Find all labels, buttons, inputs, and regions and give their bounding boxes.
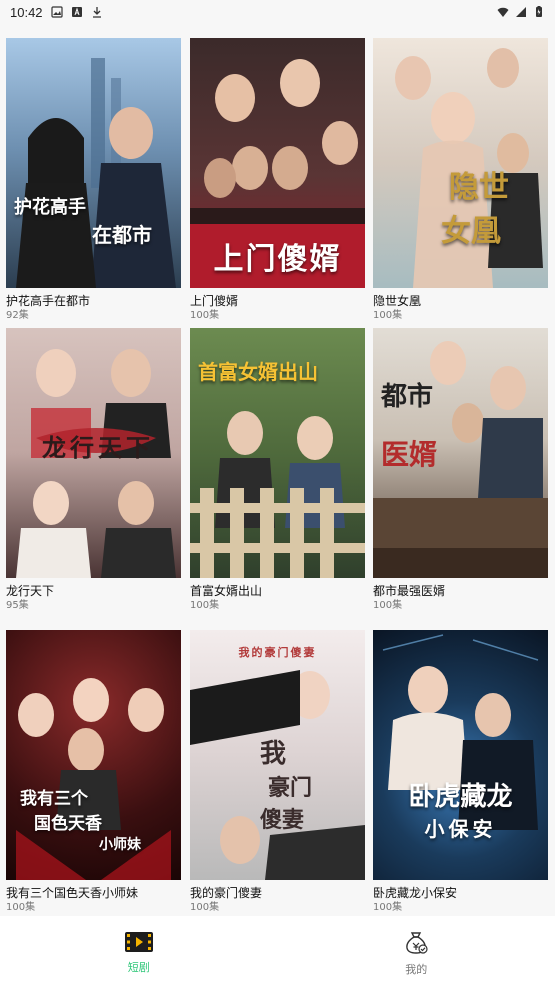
drama-card[interactable]: 护花高手 在都市 护花高手在都市 92集 [6, 38, 181, 322]
drama-card[interactable]: 首富女婿出山 首富女婿出山 100集 [190, 328, 365, 612]
drama-poster[interactable]: 首富女婿出山 [190, 328, 365, 578]
poster-title-line: 傻妻 [260, 807, 305, 833]
poster-title-line: 都市 [381, 382, 434, 412]
poster-overlay: 隐世 女凰 [373, 154, 548, 258]
nav-tab-dramas[interactable]: 短剧 [0, 916, 278, 990]
drama-card[interactable]: 我有三个 国色天香 小师妹 我有三个国色天香小师妹 100集 [6, 630, 181, 914]
poster-overlay: 我 豪门 傻妻 [190, 725, 365, 842]
drama-card[interactable]: 都市 医婿 都市最强医婿 100集 [373, 328, 548, 612]
poster-title-line: 上门傻婿 [213, 242, 342, 277]
poster-title-line: 我的豪门傻妻 [238, 646, 317, 659]
drama-title[interactable]: 护花高手在都市 [6, 294, 181, 308]
drama-grid: 护花高手 在都市 护花高手在都市 92集 上门傻婿 上门傻婿 100集 隐世 女… [0, 36, 555, 916]
drama-title[interactable]: 上门傻婿 [190, 294, 365, 308]
poster-title-line: 龙行天下 [42, 433, 154, 462]
drama-poster[interactable]: 都市 医婿 [373, 328, 548, 578]
poster-overlay: 上门傻婿 [190, 224, 365, 288]
drama-episodes: 100集 [190, 600, 220, 611]
drama-title[interactable]: 我有三个国色天香小师妹 [6, 886, 181, 900]
drama-poster[interactable]: 龙行天下 [6, 328, 181, 578]
drama-poster[interactable]: 我的豪门傻妻 我 豪门 傻妻 [190, 630, 365, 880]
drama-title[interactable]: 我的豪门傻妻 [190, 886, 365, 900]
gallery-icon [50, 6, 63, 18]
drama-episodes: 100集 [190, 902, 220, 913]
drama-card[interactable]: 卧虎藏龙 小保安 卧虎藏龙小保安 100集 [373, 630, 548, 914]
drama-title[interactable]: 隐世女凰 [373, 294, 548, 308]
nav-tab-profile[interactable]: 我的 [278, 916, 555, 990]
poster-overlay: 龙行天下 [6, 420, 181, 471]
money-bag-icon [406, 932, 428, 954]
font-icon [71, 7, 82, 17]
drama-card[interactable]: 我的豪门傻妻 我 豪门 傻妻 我的豪门傻妻 100集 [190, 630, 365, 914]
nav-tab-label: 我的 [405, 963, 428, 976]
poster-title-line: 医婿 [381, 438, 438, 471]
status-bar: 10:42 [0, 0, 555, 24]
wifi-icon [497, 7, 509, 17]
signal-icon [516, 7, 526, 17]
drama-episodes: 95集 [6, 600, 29, 611]
drama-poster[interactable]: 隐世 女凰 [373, 38, 548, 288]
poster-title-line: 我 [260, 739, 287, 769]
drama-title[interactable]: 卧虎藏龙小保安 [373, 886, 548, 900]
drama-poster[interactable]: 卧虎藏龙 小保安 [373, 630, 548, 880]
drama-poster[interactable]: 我有三个 国色天香 小师妹 [6, 630, 181, 880]
poster-overlay: 护花高手 在都市 [6, 185, 181, 256]
drama-title[interactable]: 都市最强医婿 [373, 584, 548, 598]
status-right [497, 6, 545, 18]
nav-tab-label: 短剧 [127, 961, 150, 974]
film-icon [124, 932, 153, 952]
status-left: 10:42 [10, 5, 103, 20]
poster-title-line: 我有三个 [20, 789, 88, 809]
poster-overlay: 我的豪门傻妻 [190, 636, 365, 668]
poster-overlay: 首富女婿出山 [190, 348, 365, 393]
drama-card[interactable]: 龙行天下 龙行天下 95集 [6, 328, 181, 612]
download-icon [92, 7, 101, 18]
battery-icon [536, 6, 542, 17]
poster-title-line: 隐世 [449, 170, 509, 205]
poster-overlay: 我有三个 国色天香 小师妹 [6, 776, 181, 862]
drama-episodes: 92集 [6, 310, 29, 321]
drama-episodes: 100集 [190, 310, 220, 321]
drama-episodes: 100集 [373, 600, 403, 611]
poster-title-line: 国色天香 [34, 814, 102, 834]
poster-title-line: 在都市 [92, 223, 152, 247]
poster-title-line: 豪门 [268, 775, 313, 801]
poster-overlay: 都市 医婿 [373, 368, 548, 481]
drama-poster[interactable]: 上门傻婿 [190, 38, 365, 288]
poster-overlay: 卧虎藏龙 小保安 [373, 768, 548, 850]
drama-poster[interactable]: 护花高手 在都市 [6, 38, 181, 288]
status-time: 10:42 [10, 4, 43, 20]
drama-title[interactable]: 首富女婿出山 [190, 584, 365, 598]
bottom-nav: 短剧 我的 [0, 916, 555, 990]
poster-title-line: 女凰 [441, 214, 501, 249]
drama-card[interactable]: 隐世 女凰 隐世女凰 100集 [373, 38, 548, 322]
poster-title-line: 小保安 [424, 817, 497, 841]
drama-title[interactable]: 龙行天下 [6, 584, 181, 598]
drama-episodes: 100集 [373, 310, 403, 321]
poster-title-line: 小师妹 [99, 837, 141, 853]
poster-title-line: 卧虎藏龙 [408, 782, 513, 812]
poster-title-line: 首富女婿出山 [198, 360, 318, 384]
drama-episodes: 100集 [373, 902, 403, 913]
drama-card[interactable]: 上门傻婿 上门傻婿 100集 [190, 38, 365, 322]
poster-title-line: 护花高手 [14, 197, 86, 218]
drama-episodes: 100集 [6, 902, 36, 913]
